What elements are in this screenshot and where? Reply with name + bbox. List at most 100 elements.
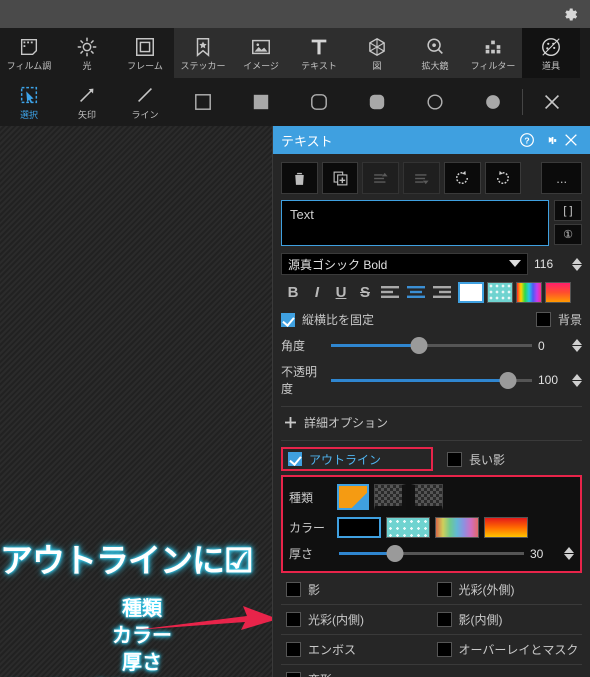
toolbar-item-filter[interactable]: フィルター <box>464 28 522 78</box>
undo-button[interactable] <box>443 162 481 194</box>
effect-shadow[interactable]: 影 <box>281 575 432 604</box>
outline-thickness-slider[interactable] <box>339 545 524 562</box>
outline-color-rainbow[interactable] <box>435 517 479 538</box>
outline-thickness-value[interactable]: 30 <box>530 547 558 561</box>
send-backward-button[interactable] <box>403 162 440 194</box>
shape-rounded-filled[interactable] <box>348 78 406 126</box>
long-shadow-checkbox[interactable] <box>447 451 462 467</box>
long-shadow-row[interactable]: 長い影 <box>447 451 505 468</box>
toolbar-item-image[interactable]: イメージ <box>232 28 290 78</box>
more-options-button[interactable]: ... <box>541 162 582 194</box>
pin-button[interactable] <box>538 129 560 151</box>
effect-outer-glow[interactable]: 光彩(外側) <box>432 575 583 604</box>
subtool-select[interactable]: 選択 <box>0 78 58 126</box>
font-size-stepper[interactable] <box>572 257 582 271</box>
toolbar-item-sticker[interactable]: ステッカー <box>174 28 232 78</box>
outline-thickness-stepper[interactable] <box>564 547 574 560</box>
fit-brackets-button[interactable]: [ ] <box>554 200 582 221</box>
aspect-lock-label: 縦横比を固定 <box>302 313 375 327</box>
font-family-select[interactable]: 源真ゴシック Bold <box>281 253 528 275</box>
toolbar-item-label: 光 <box>82 61 92 71</box>
angle-label: 角度 <box>281 339 306 353</box>
effect-emboss-checkbox[interactable] <box>286 642 301 657</box>
opacity-label: 不透明度 <box>281 365 318 396</box>
redo-button[interactable] <box>484 162 522 194</box>
effect-overlay-mask[interactable]: オーバーレイとマスク <box>432 635 583 664</box>
bring-forward-button[interactable] <box>362 162 400 194</box>
detail-options-toggle[interactable]: 詳細オプション <box>281 414 582 431</box>
fill-swatch-rainbow[interactable] <box>516 281 542 303</box>
outline-color-row: カラー <box>289 517 574 538</box>
background-color-swatch[interactable] <box>535 312 551 327</box>
shape-square-outline[interactable] <box>174 78 232 126</box>
effect-inner-shadow-checkbox[interactable] <box>436 612 452 627</box>
shape-circle-outline[interactable] <box>406 78 464 126</box>
effects-row: 光彩(内側) 影(内側) <box>281 605 582 635</box>
aspect-lock-checkbox[interactable] <box>281 312 295 327</box>
help-icon: ? <box>520 133 534 147</box>
text-input[interactable] <box>281 200 549 246</box>
subtool-arrow[interactable]: 矢印 <box>58 78 116 126</box>
subtool-line[interactable]: ライン <box>116 78 174 126</box>
angle-slider[interactable] <box>331 337 532 354</box>
shape-circle-filled[interactable] <box>464 78 522 126</box>
effect-inner-glow-checkbox[interactable] <box>286 612 301 627</box>
outline-label: アウトライン <box>309 452 382 467</box>
shape-rounded-outline[interactable] <box>290 78 348 126</box>
toolbar-item-film[interactable]: フィルム調 <box>0 28 58 78</box>
outline-type-shadow-right[interactable] <box>374 484 406 510</box>
bold-button[interactable]: B <box>281 281 305 303</box>
line-icon <box>134 83 156 107</box>
effect-shadow-checkbox[interactable] <box>286 582 301 597</box>
fill-swatch-pink-orange[interactable] <box>545 281 571 303</box>
align-center-button[interactable] <box>403 281 429 303</box>
effect-emboss[interactable]: エンボス <box>281 635 432 664</box>
toolbar-item-text[interactable]: テキスト <box>290 28 348 78</box>
effect-inner-glow[interactable]: 光彩(内側) <box>281 605 432 634</box>
panel-body: ... [ ] ① 源真ゴシック Bold 116 <box>273 154 590 677</box>
underline-button[interactable]: U <box>329 281 353 303</box>
outline-checkbox[interactable] <box>288 452 302 466</box>
outline-color-red-orange[interactable] <box>484 517 528 538</box>
outline-toggle-highlight[interactable]: アウトライン <box>281 447 433 471</box>
fill-swatch-teal-dots[interactable] <box>487 281 513 303</box>
effect-inner-shadow[interactable]: 影(内側) <box>432 605 583 634</box>
outline-type-shadow-left[interactable] <box>411 484 443 510</box>
toolbar-item-magnifier[interactable]: 拡大鏡 <box>406 28 464 78</box>
opacity-value[interactable]: 100 <box>538 373 566 387</box>
opacity-stepper[interactable] <box>572 373 582 387</box>
settings-gear-button[interactable] <box>558 3 582 25</box>
effect-outer-glow-checkbox[interactable] <box>436 582 452 597</box>
effects-empty-cell <box>432 665 583 677</box>
align-right-button[interactable] <box>429 281 455 303</box>
app-root: フィルム調 光 フレーム ステッカー イメージ テキスト 図 拡大鏡 フィルター… <box>0 0 590 677</box>
effect-transform[interactable]: 変形 <box>281 665 432 677</box>
toolbar-item-frame[interactable]: フレーム <box>116 28 174 78</box>
angle-stepper[interactable] <box>572 339 582 352</box>
toolbar-item-shape[interactable]: 図 <box>348 28 406 78</box>
toolbar-item-tools[interactable]: 道具 <box>522 28 580 78</box>
angle-value[interactable]: 0 <box>538 339 566 353</box>
fill-swatch-white[interactable] <box>458 281 484 303</box>
outline-color-black[interactable] <box>337 517 381 538</box>
delete-object-button[interactable] <box>281 162 318 194</box>
outline-type-solid[interactable] <box>337 484 369 510</box>
effect-overlay-mask-checkbox[interactable] <box>436 642 452 657</box>
italic-button[interactable]: I <box>305 281 329 303</box>
stepper-up-icon <box>564 547 574 553</box>
effect-transform-checkbox[interactable] <box>286 672 301 677</box>
outline-color-teal-dots[interactable] <box>386 517 430 538</box>
number-circle-button[interactable]: ① <box>554 224 582 245</box>
font-size-value[interactable]: 116 <box>534 257 566 271</box>
close-tool-button[interactable] <box>523 78 581 126</box>
align-left-button[interactable] <box>377 281 403 303</box>
close-panel-button[interactable] <box>560 129 582 151</box>
strikethrough-button[interactable]: S <box>353 281 377 303</box>
help-button[interactable]: ? <box>516 129 538 151</box>
toolbar-item-light[interactable]: 光 <box>58 28 116 78</box>
opacity-slider[interactable] <box>331 371 532 389</box>
duplicate-object-button[interactable] <box>321 162 359 194</box>
align-center-icon <box>407 286 425 298</box>
gear-icon <box>564 7 577 21</box>
shape-square-filled[interactable] <box>232 78 290 126</box>
